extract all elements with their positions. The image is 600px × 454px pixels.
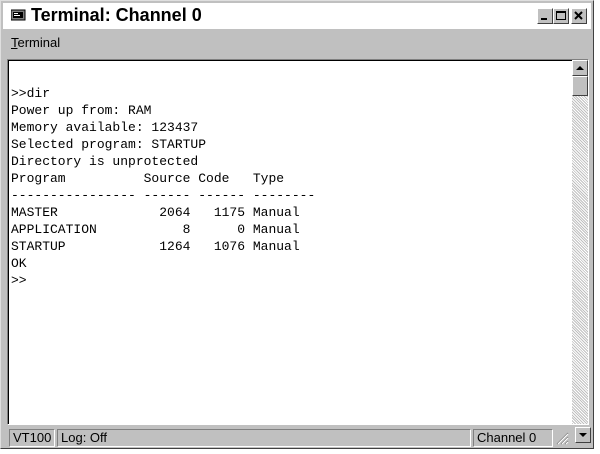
scroll-down-button[interactable] (575, 427, 591, 443)
terminal-line: Directory is unprotected (11, 154, 199, 169)
terminal-app-icon[interactable] (10, 8, 27, 22)
terminal-line: Selected program: STARTUP (11, 137, 207, 152)
scroll-up-button[interactable] (572, 60, 588, 76)
terminal-line: Program Source Code Type (11, 171, 285, 186)
terminal-line: OK (11, 256, 27, 271)
minimize-icon (541, 18, 547, 20)
terminal-area[interactable]: >>dir Power up from: RAM Memory availabl… (7, 59, 589, 425)
terminal-line: MASTER 2064 1175 Manual (11, 205, 300, 220)
status-bar: VT100 Log: Off Channel 0 (3, 427, 591, 447)
terminal-line: >>dir (11, 86, 51, 101)
scroll-thumb[interactable] (572, 76, 588, 96)
arrow-up-icon (576, 66, 584, 70)
terminal-line: APPLICATION 8 0 Manual (11, 222, 300, 237)
menu-terminal-label-rest: erminal (17, 35, 61, 50)
status-log: Log: Off (57, 429, 471, 447)
minimize-button[interactable] (537, 8, 553, 24)
maximize-icon (556, 11, 566, 20)
vertical-scrollbar[interactable] (572, 60, 588, 424)
resize-grip-icon[interactable] (553, 429, 569, 445)
close-icon (574, 11, 583, 20)
terminal-line: >> (11, 273, 27, 288)
status-mode: VT100 (9, 429, 55, 447)
maximize-button[interactable] (553, 8, 569, 24)
status-channel: Channel 0 (473, 429, 553, 447)
terminal-window: Terminal: Channel 0 Terminal >>dir Power… (0, 0, 594, 449)
title-bar[interactable]: Terminal: Channel 0 (3, 3, 591, 29)
terminal-line: Memory available: 123437 (11, 120, 199, 135)
menu-terminal[interactable]: Terminal (11, 35, 60, 50)
menu-bar: Terminal (3, 31, 591, 55)
terminal-line: STARTUP 1264 1076 Manual (11, 239, 300, 254)
close-button[interactable] (571, 8, 587, 24)
terminal-text: >>dir Power up from: RAM Memory availabl… (11, 85, 315, 289)
arrow-down-icon (579, 433, 587, 437)
terminal-output[interactable]: >>dir Power up from: RAM Memory availabl… (8, 60, 574, 424)
terminal-line: ---------------- ------ ------ -------- (11, 188, 316, 203)
terminal-line: Power up from: RAM (11, 103, 152, 118)
window-title: Terminal: Channel 0 (31, 5, 202, 25)
